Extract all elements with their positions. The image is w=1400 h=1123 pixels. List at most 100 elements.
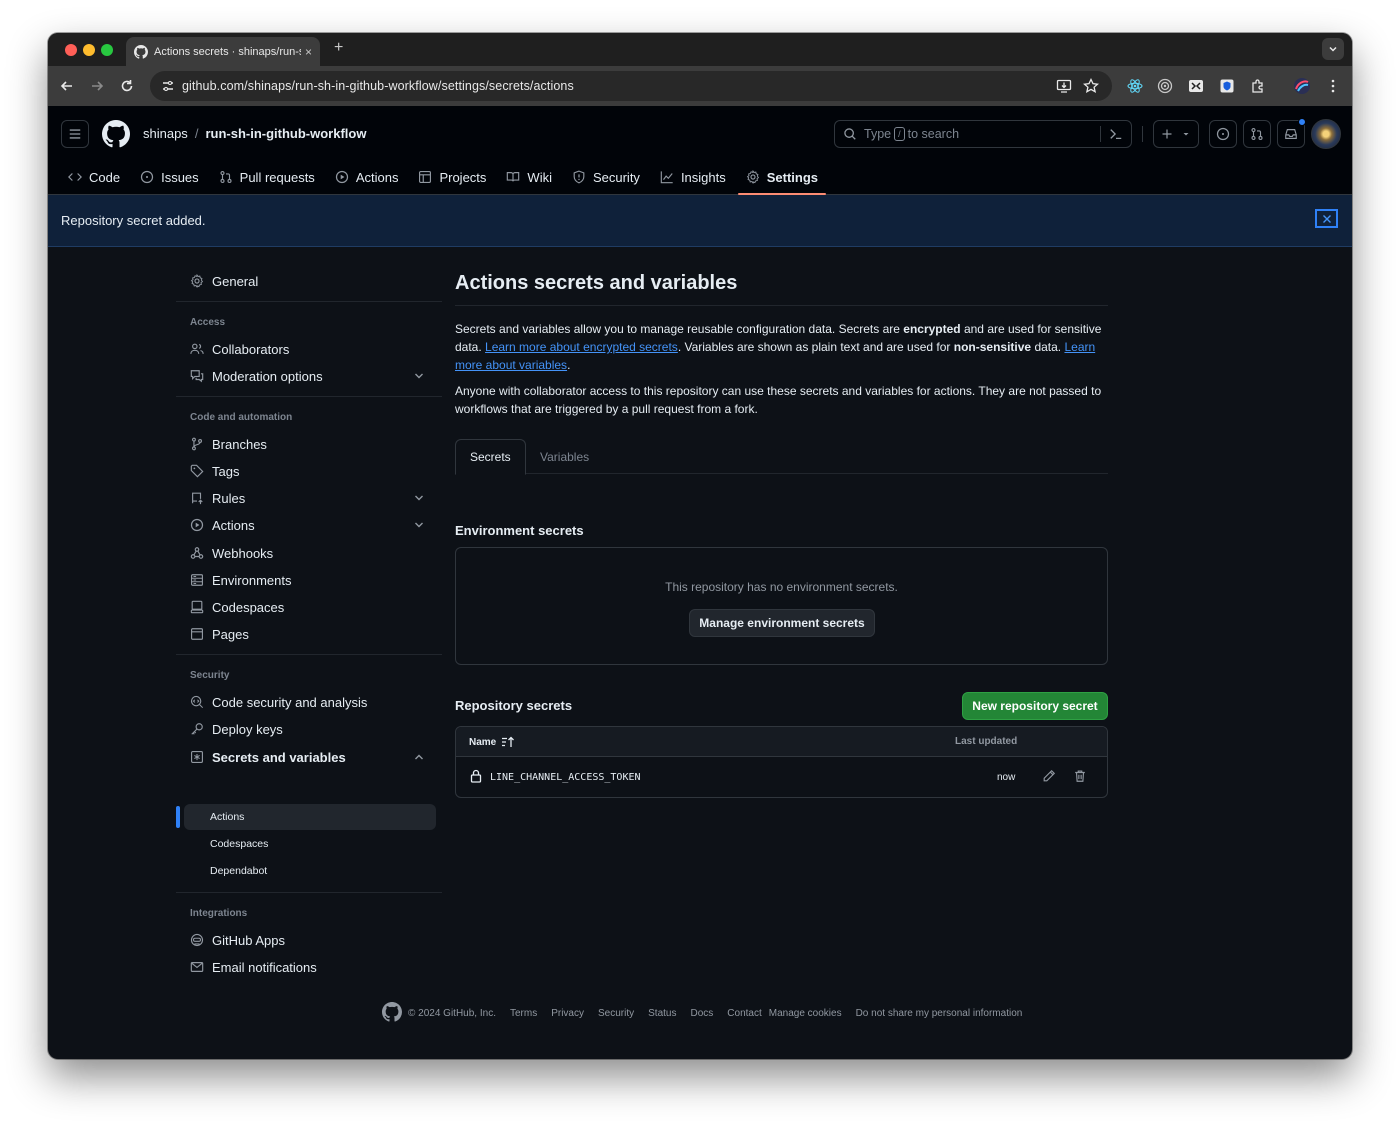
- pull-requests-button[interactable]: [1243, 120, 1271, 148]
- sidebar-item-label: Actions: [212, 517, 255, 533]
- sidebar-divider: [176, 301, 442, 302]
- search-placeholder-prefix: Type: [864, 127, 892, 141]
- new-tab-button[interactable]: +: [334, 39, 343, 57]
- sidebar-item-webhooks[interactable]: Webhooks: [184, 540, 436, 566]
- column-header-last-updated: Last updated: [955, 736, 1018, 747]
- profile-avatar-icon[interactable]: [1293, 77, 1311, 95]
- sidebar-item-general[interactable]: General: [184, 268, 436, 294]
- sidebar-item-tags[interactable]: Tags: [184, 458, 436, 484]
- learn-encrypted-secrets-link[interactable]: Learn more about encrypted secrets: [485, 340, 678, 354]
- tab-variables[interactable]: Variables: [526, 439, 603, 474]
- sidebar-subitem-codespaces[interactable]: Codespaces: [184, 831, 436, 857]
- sidebar-subitem-dependabot[interactable]: Dependabot: [184, 858, 436, 884]
- sidebar-item-branches[interactable]: Branches: [184, 431, 436, 457]
- tab-wiki[interactable]: Wiki: [496, 162, 562, 192]
- footer-link-docs[interactable]: Docs: [690, 1008, 713, 1019]
- react-devtools-extension-icon[interactable]: [1126, 77, 1144, 95]
- footer-link-do-not-share[interactable]: Do not share my personal information: [856, 1008, 1023, 1019]
- tab-secrets[interactable]: Secrets: [455, 439, 526, 475]
- new-repository-secret-button[interactable]: New repository secret: [962, 692, 1108, 720]
- manage-environment-secrets-button[interactable]: Manage environment secrets: [689, 609, 875, 637]
- footer-link-manage-cookies[interactable]: Manage cookies: [769, 1008, 842, 1019]
- sidebar-item-pages[interactable]: Pages: [184, 621, 436, 647]
- browser-tab[interactable]: Actions secrets · shinaps/run-sh-in-gith…: [126, 37, 320, 66]
- code-icon: [68, 173, 82, 181]
- table-header: Name Last updated: [456, 727, 1107, 757]
- sidebar-item-rules[interactable]: Rules: [184, 485, 436, 511]
- tab-security[interactable]: Security: [562, 162, 650, 192]
- browser-menu-icon[interactable]: [1324, 77, 1342, 95]
- minimize-window-button[interactable]: [83, 44, 95, 56]
- extensions-puzzle-icon[interactable]: [1249, 77, 1267, 95]
- tab-close-icon[interactable]: ×: [305, 45, 312, 59]
- close-window-button[interactable]: [65, 44, 77, 56]
- bookmark-star-icon[interactable]: [1081, 76, 1101, 96]
- issues-button[interactable]: [1209, 120, 1237, 148]
- tab-code[interactable]: Code: [58, 162, 130, 192]
- tab-actions[interactable]: Actions: [325, 162, 409, 192]
- tab-projects[interactable]: Projects: [408, 162, 496, 192]
- tab-issues[interactable]: Issues: [130, 162, 209, 192]
- delete-secret-button[interactable]: [1073, 769, 1087, 788]
- issue-icon: [140, 170, 154, 184]
- sidebar-item-secrets-variables[interactable]: Secrets and variables: [184, 744, 436, 770]
- site-settings-icon[interactable]: [158, 76, 178, 96]
- reload-button[interactable]: [117, 76, 137, 96]
- desc-text: data.: [1031, 340, 1065, 354]
- footer-link-contact[interactable]: Contact: [727, 1008, 761, 1019]
- hamburger-menu-button[interactable]: [61, 120, 89, 148]
- sidebar-item-collaborators[interactable]: Collaborators: [184, 336, 436, 362]
- sidebar-item-environments[interactable]: Environments: [184, 567, 436, 593]
- sidebar-item-moderation[interactable]: Moderation options: [184, 363, 436, 389]
- tab-insights[interactable]: Insights: [650, 162, 736, 192]
- target-extension-icon[interactable]: [1156, 77, 1174, 95]
- flash-close-button[interactable]: [1315, 209, 1338, 228]
- sidebar-group-security: Security: [190, 670, 230, 681]
- dx-extension-icon[interactable]: [1187, 77, 1205, 95]
- footer-link-status[interactable]: Status: [648, 1008, 676, 1019]
- footer-link-terms[interactable]: Terms: [510, 1008, 537, 1019]
- sidebar-subitem-actions[interactable]: Actions: [184, 804, 436, 830]
- sidebar-item-code-security[interactable]: Code security and analysis: [184, 689, 436, 715]
- sidebar-item-label: Code security and analysis: [212, 694, 368, 710]
- sidebar-item-deploy-keys[interactable]: Deploy keys: [184, 716, 436, 742]
- repo-owner-link[interactable]: shinaps: [143, 126, 188, 141]
- address-bar[interactable]: github.com/shinaps/run-sh-in-github-work…: [150, 71, 1112, 101]
- footer-link-privacy[interactable]: Privacy: [551, 1008, 584, 1019]
- sidebar-item-actions[interactable]: Actions: [184, 512, 436, 538]
- sort-by-name-button[interactable]: Name: [469, 736, 515, 748]
- search-placeholder-suffix: to search: [907, 127, 960, 141]
- repo-push-icon: [192, 492, 203, 505]
- github-mark-icon[interactable]: [382, 1001, 402, 1025]
- edit-secret-button[interactable]: [1042, 769, 1056, 788]
- sidebar-item-email-notifications[interactable]: Email notifications: [184, 954, 436, 980]
- forward-button[interactable]: [87, 76, 107, 96]
- sidebar-item-label: General: [212, 273, 259, 289]
- bitwarden-extension-icon[interactable]: [1218, 77, 1236, 95]
- sidebar-group-access: Access: [190, 317, 226, 328]
- browser-window: Actions secrets · shinaps/run-sh-in-gith…: [48, 33, 1352, 1059]
- comment-discussion-icon: [190, 370, 204, 383]
- tab-settings[interactable]: Settings: [736, 162, 828, 195]
- arrow-left-icon: [60, 81, 72, 91]
- repo-name-link[interactable]: run-sh-in-github-workflow: [205, 126, 366, 141]
- tab-search-button[interactable]: [1322, 38, 1344, 60]
- footer-link-security[interactable]: Security: [598, 1008, 634, 1019]
- back-button[interactable]: [57, 76, 77, 96]
- shield-icon: [573, 170, 585, 184]
- gear-icon: [746, 170, 759, 184]
- install-app-icon[interactable]: [1054, 76, 1074, 96]
- repo-breadcrumb: shinaps / run-sh-in-github-workflow: [143, 126, 366, 141]
- sidebar-item-github-apps[interactable]: GitHub Apps: [184, 927, 436, 953]
- sidebar-subitem-label: Codespaces: [210, 838, 269, 850]
- tab-pull-requests[interactable]: Pull requests: [209, 162, 325, 192]
- sidebar-item-codespaces[interactable]: Codespaces: [184, 594, 436, 620]
- maximize-window-button[interactable]: [101, 44, 113, 56]
- search-input[interactable]: Type / to search: [834, 120, 1132, 148]
- pull-request-icon: [220, 171, 232, 183]
- user-avatar[interactable]: [1311, 119, 1341, 149]
- github-logo-icon[interactable]: [102, 120, 130, 148]
- command-palette-icon[interactable]: [1109, 127, 1123, 144]
- github-favicon-icon: [134, 44, 148, 59]
- create-new-button[interactable]: [1153, 120, 1199, 148]
